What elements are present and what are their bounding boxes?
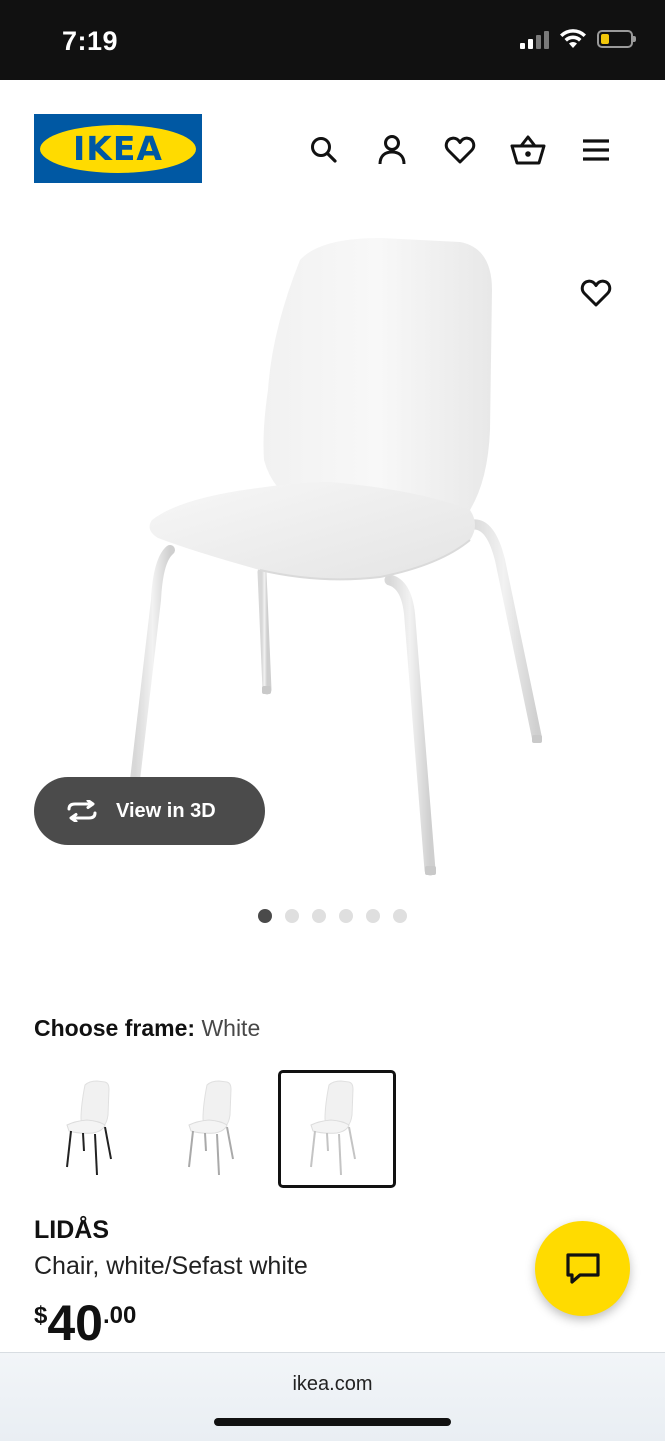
- carousel-dot[interactable]: [312, 909, 326, 923]
- frame-variant-list: [34, 1070, 396, 1188]
- variant-silver-frame[interactable]: [156, 1070, 274, 1188]
- menu-icon[interactable]: [576, 130, 616, 170]
- variant-black-frame[interactable]: [34, 1070, 152, 1188]
- product-description: Chair, white/Sefast white: [34, 1252, 308, 1280]
- browser-url-bar[interactable]: ikea.com: [0, 1352, 665, 1441]
- basket-icon[interactable]: [508, 130, 548, 170]
- price-currency: $: [34, 1302, 48, 1329]
- battery-icon: [597, 30, 636, 48]
- carousel-dots: [0, 909, 665, 923]
- status-bar: 7:19: [0, 0, 665, 80]
- carousel-dot[interactable]: [366, 909, 380, 923]
- product-price: $ 40 .00: [34, 1296, 136, 1350]
- home-indicator[interactable]: [214, 1418, 451, 1426]
- header-icons: [0, 130, 665, 170]
- carousel-dot[interactable]: [339, 909, 353, 923]
- variant-white-frame[interactable]: [278, 1070, 396, 1188]
- view-in-3d-button[interactable]: View in 3D: [34, 777, 265, 845]
- wifi-icon: [560, 29, 586, 48]
- cellular-signal-icon: [520, 29, 549, 49]
- save-favourite-heart-icon[interactable]: [576, 273, 616, 313]
- carousel-dot[interactable]: [285, 909, 299, 923]
- wishlist-heart-icon[interactable]: [440, 130, 480, 170]
- choose-frame-title: Choose frame:: [34, 1015, 196, 1041]
- status-icons: [520, 28, 636, 50]
- rotate-3d-icon: [64, 799, 100, 823]
- carousel-dot[interactable]: [393, 909, 407, 923]
- view-in-3d-label: View in 3D: [116, 799, 216, 822]
- variant-white-frame-image: [310, 1080, 356, 1176]
- chat-button[interactable]: [535, 1221, 630, 1316]
- chat-bubble-icon: [565, 1252, 600, 1284]
- site-header: IKEA: [0, 80, 665, 220]
- variant-silver-frame-image: [188, 1080, 234, 1176]
- account-icon[interactable]: [372, 130, 412, 170]
- product-name: LIDÅS: [34, 1216, 109, 1244]
- search-icon[interactable]: [304, 130, 344, 170]
- price-cents: .00: [102, 1302, 137, 1329]
- status-time: 7:19: [62, 26, 119, 56]
- price-whole: 40: [47, 1295, 103, 1351]
- choose-frame-label: Choose frame: White: [34, 1015, 260, 1042]
- carousel-dot[interactable]: [258, 909, 272, 923]
- url-text[interactable]: ikea.com: [0, 1373, 665, 1396]
- choose-frame-value: White: [201, 1015, 261, 1041]
- variant-black-frame-image: [66, 1080, 112, 1176]
- product-image-carousel[interactable]: View in 3D: [0, 220, 665, 950]
